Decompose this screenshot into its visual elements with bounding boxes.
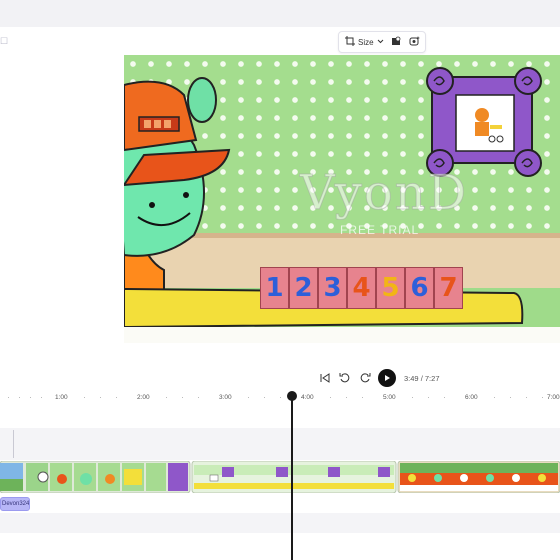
timeline-ruler[interactable]: 1:00 2:00 3:00 4:00 5:00 6:00 7:00	[0, 390, 560, 408]
watermark-logo: VyonD	[299, 165, 469, 222]
overlay-track[interactable]	[0, 428, 560, 460]
video-preview[interactable]: 1 2 3 4 5 6 7 VyonD FREE TRIAL	[124, 55, 560, 343]
crop-icon	[345, 36, 355, 48]
time-separator: /	[420, 373, 423, 383]
number-block: 1	[260, 267, 289, 309]
total-time: 7:27	[424, 373, 440, 383]
ruler-tick-label: 2:00	[137, 394, 150, 401]
play-button[interactable]	[378, 369, 396, 387]
ruler-tick-label: 1:00	[55, 394, 68, 401]
background-remove-button[interactable]	[388, 32, 406, 52]
video-clip-track[interactable]	[0, 461, 560, 493]
top-bar	[0, 0, 560, 28]
playback-controls: 3:49 / 7:27	[318, 368, 440, 388]
character-illustration	[124, 77, 231, 295]
watermark-subtitle: FREE TRIAL	[340, 223, 420, 237]
magic-effects-button[interactable]	[406, 32, 424, 52]
video-clip-3[interactable]	[397, 461, 560, 493]
current-time: 3:49	[404, 373, 419, 383]
number-block: 5	[376, 267, 405, 309]
play-icon	[385, 375, 390, 381]
ruler-tick-label: 7:00	[547, 394, 560, 401]
canvas-toolbar: Size	[338, 31, 426, 53]
ruler-tick-label: 3:00	[219, 394, 232, 401]
size-label: Size	[358, 37, 374, 47]
ruler-tick-label: 6:00	[465, 394, 478, 401]
ruler-tick-label: 4:00	[301, 394, 314, 401]
rewind-icon[interactable]	[338, 371, 352, 385]
number-block: 2	[289, 267, 318, 309]
empty-track[interactable]	[0, 513, 560, 533]
skip-to-start-icon[interactable]	[318, 371, 332, 385]
track-marker	[13, 430, 14, 458]
chevron-down-icon	[377, 38, 384, 47]
time-readout: 3:49 / 7:27	[404, 374, 440, 383]
number-block: 6	[405, 267, 434, 309]
background-remove-icon	[391, 36, 402, 49]
audio-clip[interactable]: Devon324	[0, 497, 30, 511]
video-clip-2[interactable]	[191, 461, 397, 493]
corner-handle-icon[interactable]: ☐	[0, 36, 8, 47]
number-block: 3	[318, 267, 347, 309]
number-block: 4	[347, 267, 376, 309]
size-dropdown[interactable]: Size	[339, 32, 388, 52]
number-block: 7	[434, 267, 463, 309]
playhead-line[interactable]	[291, 393, 293, 560]
number-blocks: 1 2 3 4 5 6 7	[260, 267, 463, 309]
magic-effects-icon	[409, 35, 421, 49]
playhead-handle[interactable]	[287, 391, 297, 401]
ruler-tick-label: 5:00	[383, 394, 396, 401]
video-clip-1[interactable]	[0, 461, 191, 493]
fast-forward-icon[interactable]	[358, 371, 372, 385]
